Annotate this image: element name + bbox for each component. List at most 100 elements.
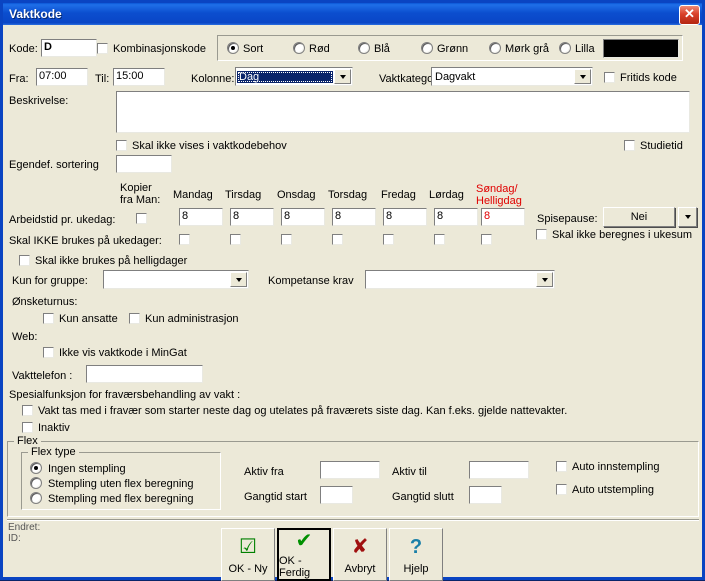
hours-input-torsdag[interactable]: 8 [332, 208, 376, 226]
kolonne-select[interactable]: Dag [235, 67, 353, 86]
kun-for-gruppe-label: Kun for gruppe: [12, 275, 88, 287]
kombinasjonskode-label: Kombinasjonskode [113, 43, 206, 55]
color-label-gronn: Grønn [437, 43, 469, 55]
kun-administrasjon-checkbox[interactable] [129, 313, 140, 324]
auto-utstempling-checkbox[interactable] [556, 484, 567, 495]
footer-divider [7, 519, 699, 521]
exclude-checkbox-tirsdag[interactable] [230, 234, 241, 245]
aktiv-til-input[interactable] [469, 461, 529, 479]
flex-type-label-ingen-stempling: Ingen stempling [48, 463, 126, 475]
flex-type-radio-uten-beregning[interactable] [30, 477, 42, 489]
gangtid-start-input[interactable] [320, 486, 353, 504]
flex-type-radio-ingen-stempling[interactable] [30, 462, 42, 474]
flex-type-label-med-beregning: Stempling med flex beregning [48, 493, 194, 505]
kopier-fra-man-checkbox[interactable] [136, 213, 147, 224]
color-radio-bla[interactable] [358, 42, 370, 54]
exclude-checkbox-mandag[interactable] [179, 234, 190, 245]
color-radio-sort[interactable] [227, 42, 239, 54]
vaktkategori-select[interactable]: Dagvakt [431, 67, 593, 86]
color-options-panel: Sort Rød Blå Grønn Mørk grå Lilla [217, 35, 683, 61]
flex-type-caption: Flex type [28, 446, 79, 458]
kun-ansatte-checkbox[interactable] [43, 313, 54, 324]
hours-input-onsdag[interactable]: 8 [281, 208, 325, 226]
auto-innstempling-checkbox[interactable] [556, 461, 567, 472]
flex-type-radio-med-beregning[interactable] [30, 492, 42, 504]
cross-icon: ✘ [351, 536, 369, 558]
kode-label: Kode: [9, 43, 38, 55]
spisepause-button[interactable]: Nei [603, 207, 675, 227]
title-bar[interactable]: Vaktkode ✕ [3, 3, 702, 25]
vaktkategori-value: Dagvakt [435, 70, 476, 83]
kode-input[interactable]: D [41, 39, 97, 57]
exclude-checkbox-onsdag[interactable] [281, 234, 292, 245]
ok-ny-button[interactable]: ☑ OK - Ny [221, 528, 275, 581]
fra-label: Fra: [9, 73, 29, 85]
til-input[interactable]: 15:00 [113, 68, 165, 86]
spisepause-dropdown-arrow[interactable] [678, 207, 697, 227]
beskrivelse-textarea[interactable] [116, 91, 690, 133]
vaktkode-dialog: Vaktkode ✕ Kode: D Kombinasjonskode Sort… [0, 0, 705, 581]
skal-ikke-vises-checkbox[interactable] [116, 140, 127, 151]
aktiv-fra-input[interactable] [320, 461, 380, 479]
kun-for-gruppe-select[interactable] [103, 270, 249, 289]
ikke-vis-mingat-checkbox[interactable] [43, 347, 54, 358]
vakt-tas-med-checkbox[interactable] [22, 405, 33, 416]
color-label-mork-gra: Mørk grå [505, 43, 549, 55]
kombinasjonskode-checkbox[interactable] [97, 43, 108, 54]
hours-input-lordag[interactable]: 8 [434, 208, 478, 226]
vakttelefon-input[interactable] [86, 365, 203, 383]
ikke-vis-mingat-label: Ikke vis vaktkode i MinGat [59, 347, 187, 359]
chevron-down-icon[interactable] [574, 69, 591, 84]
egendef-sortering-input[interactable] [116, 155, 172, 173]
ok-ny-label: OK - Ny [228, 563, 268, 575]
hjelp-button[interactable]: ? Hjelp [389, 528, 443, 581]
aktiv-til-label: Aktiv til [392, 466, 427, 478]
exclude-checkbox-fredag[interactable] [383, 234, 394, 245]
ok-ferdig-button[interactable]: ✔ OK - Ferdig [277, 528, 331, 581]
skal-ikke-helligdager-checkbox[interactable] [19, 255, 30, 266]
hours-input-fredag[interactable]: 8 [383, 208, 427, 226]
chevron-down-icon[interactable] [334, 69, 351, 84]
studietid-checkbox[interactable] [624, 140, 635, 151]
chevron-down-icon[interactable] [536, 272, 553, 287]
inaktiv-label: Inaktiv [38, 422, 70, 434]
hours-input-sondag[interactable]: 8 [481, 208, 525, 226]
day-header-torsdag: Torsdag [328, 189, 368, 201]
day-header-mandag: Mandag [173, 189, 213, 201]
avbryt-button[interactable]: ✘ Avbryt [333, 528, 387, 581]
aktiv-fra-label: Aktiv fra [244, 466, 284, 478]
exclude-checkbox-lordag[interactable] [434, 234, 445, 245]
inaktiv-checkbox[interactable] [22, 422, 33, 433]
color-radio-lilla[interactable] [559, 42, 571, 54]
hours-input-tirsdag[interactable]: 8 [230, 208, 274, 226]
arbeidstid-label: Arbeidstid pr. ukedag: [9, 214, 116, 226]
egendef-sortering-label: Egendef. sortering [9, 159, 99, 171]
chevron-down-icon[interactable] [230, 272, 247, 287]
web-label: Web: [12, 331, 38, 343]
color-radio-mork-gra[interactable] [489, 42, 501, 54]
day-header-fredag: Fredag [381, 189, 416, 201]
auto-innstempling-label: Auto innstempling [572, 461, 660, 473]
ok-ferdig-label: OK - Ferdig [279, 555, 311, 579]
gangtid-start-label: Gangtid start [244, 491, 307, 503]
kun-administrasjon-label: Kun administrasjon [145, 313, 239, 325]
skal-ikke-ukesum-checkbox[interactable] [536, 229, 547, 240]
color-radio-rod[interactable] [293, 42, 305, 54]
color-label-bla: Blå [374, 43, 390, 55]
window-title: Vaktkode [9, 7, 62, 21]
til-label: Til: [95, 73, 110, 85]
kompetanse-krav-select[interactable] [365, 270, 555, 289]
color-radio-gronn[interactable] [421, 42, 433, 54]
spesialfunksjon-label: Spesialfunksjon for fraværsbehandling av… [9, 389, 241, 401]
auto-utstempling-label: Auto utstempling [572, 484, 654, 496]
kun-ansatte-label: Kun ansatte [59, 313, 118, 325]
hours-input-mandag[interactable]: 8 [179, 208, 223, 226]
skal-ikke-helligdager-label: Skal ikke brukes på helligdager [35, 255, 188, 267]
gangtid-slutt-input[interactable] [469, 486, 502, 504]
close-icon[interactable]: ✕ [679, 5, 700, 25]
exclude-checkbox-sondag[interactable] [481, 234, 492, 245]
fra-input[interactable]: 07:00 [36, 68, 88, 86]
fritids-kode-checkbox[interactable] [604, 72, 615, 83]
color-label-lilla: Lilla [575, 43, 595, 55]
exclude-checkbox-torsdag[interactable] [332, 234, 343, 245]
